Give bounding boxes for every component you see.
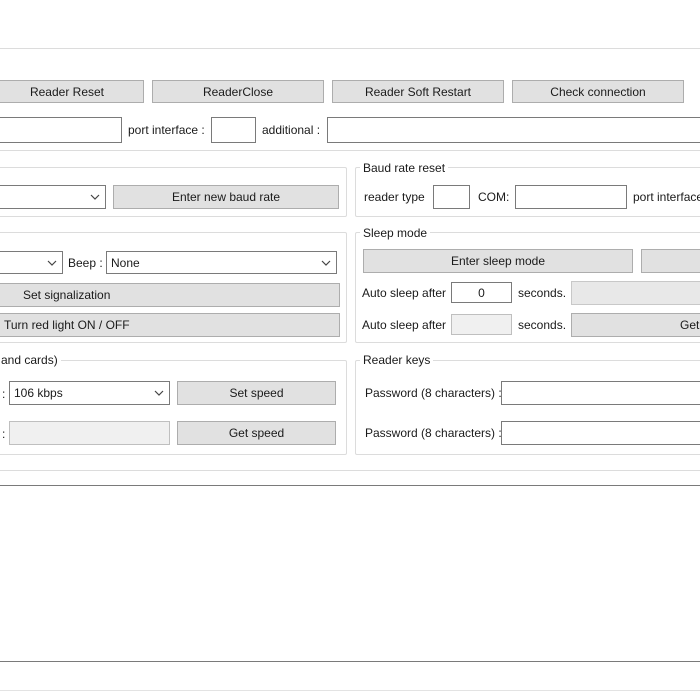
beep-select-value: None	[111, 255, 140, 270]
chevron-down-icon	[90, 194, 100, 200]
log-textarea[interactable]	[0, 485, 700, 662]
com-label: COM:	[478, 190, 510, 204]
current-speed-field	[9, 421, 170, 445]
beep-select[interactable]: None	[106, 251, 337, 274]
speed-colon-label-2: :	[2, 427, 6, 441]
password-field-1[interactable]	[501, 381, 700, 405]
bottom-divider	[0, 690, 700, 691]
port-interface-label: port interface :	[128, 123, 205, 137]
reader-reset-button[interactable]: Reader Reset	[0, 80, 144, 103]
auto-sleep-seconds-field[interactable]: 0	[451, 282, 512, 303]
top-divider	[0, 48, 700, 49]
password-field-2[interactable]	[501, 421, 700, 445]
baud-reset-port-interface-label: port interface	[633, 190, 700, 204]
section-divider	[0, 150, 700, 151]
reader-type-label: reader type	[364, 190, 425, 204]
speed-select-value: 106 kbps	[14, 386, 63, 400]
enter-new-baud-rate-button[interactable]: Enter new baud rate	[113, 185, 339, 209]
chevron-down-icon	[154, 390, 164, 396]
get-auto-sleep-label: Get	[680, 318, 700, 332]
additional-label: additional :	[262, 123, 321, 137]
reader-keys-title: Reader keys	[360, 353, 434, 367]
get-speed-button[interactable]: Get speed	[177, 421, 336, 445]
set-auto-sleep-button[interactable]	[571, 281, 700, 305]
lower-divider	[0, 470, 700, 471]
port-field[interactable]	[0, 117, 122, 143]
beep-label: Beep :	[68, 256, 103, 270]
additional-field[interactable]	[327, 117, 700, 143]
chevron-down-icon	[47, 260, 57, 266]
set-signalization-button[interactable]: Set signalization	[0, 283, 340, 307]
enter-sleep-mode-button[interactable]: Enter sleep mode	[363, 249, 633, 273]
speed-colon-label-1: :	[2, 387, 6, 401]
reader-type-field[interactable]	[433, 185, 470, 209]
baud-rate-reset-title: Baud rate reset	[360, 161, 449, 175]
chevron-down-icon	[321, 260, 331, 266]
speed-group-title: and cards)	[0, 353, 61, 367]
auto-sleep-label-1: Auto sleep after	[362, 286, 447, 300]
com-field[interactable]	[515, 185, 627, 209]
red-light-toggle-button[interactable]: Turn red light ON / OFF	[0, 313, 340, 337]
auto-sleep-readout-field	[451, 314, 512, 335]
seconds-label-2: seconds.	[518, 318, 567, 332]
password-label-1: Password (8 characters) :	[365, 386, 502, 400]
password-label-2: Password (8 characters) :	[365, 426, 502, 440]
seconds-label-1: seconds.	[518, 286, 567, 300]
auto-sleep-label-2: Auto sleep after	[362, 318, 447, 332]
leave-sleep-mode-button[interactable]	[641, 249, 700, 273]
sleep-mode-title: Sleep mode	[360, 226, 431, 240]
set-speed-button[interactable]: Set speed	[177, 381, 336, 405]
reader-close-button[interactable]: ReaderClose	[152, 80, 324, 103]
light-mode-select[interactable]	[0, 251, 63, 274]
port-interface-field[interactable]	[211, 117, 256, 143]
get-auto-sleep-button[interactable]: Get	[571, 313, 700, 337]
speed-select[interactable]: 106 kbps	[9, 381, 170, 405]
reader-soft-restart-button[interactable]: Reader Soft Restart	[332, 80, 504, 103]
baud-rate-select[interactable]	[0, 185, 106, 209]
check-connection-button[interactable]: Check connection	[512, 80, 684, 103]
